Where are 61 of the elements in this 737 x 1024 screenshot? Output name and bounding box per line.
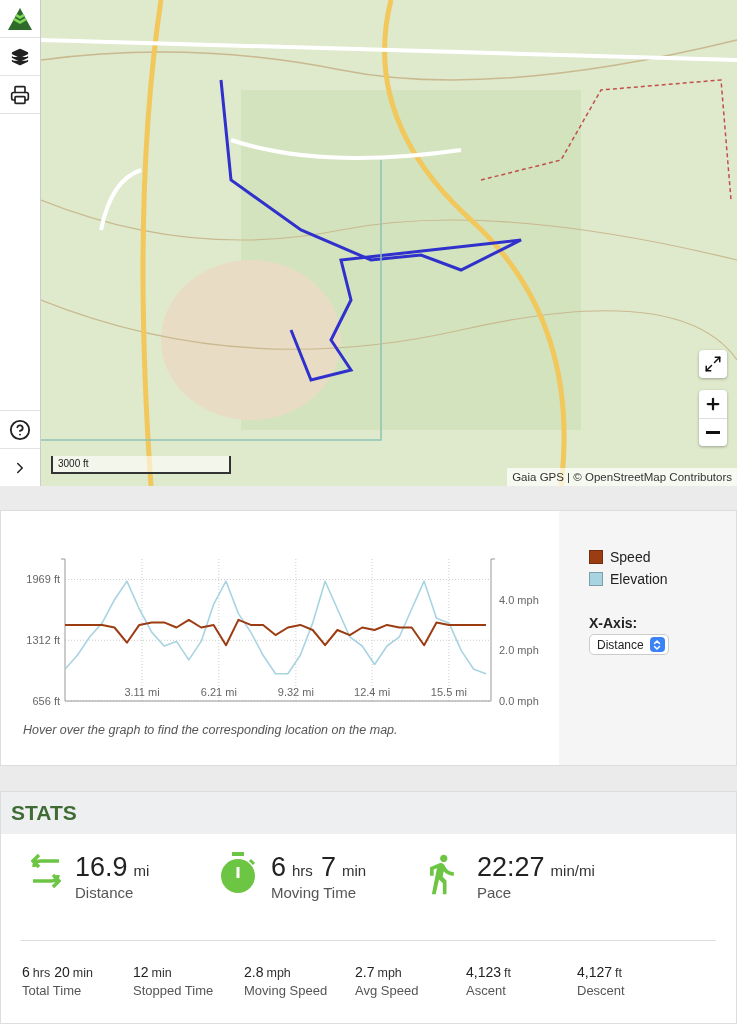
plus-icon xyxy=(704,395,722,413)
legend-label: Speed xyxy=(610,549,651,565)
minus-icon xyxy=(706,431,720,434)
arrows-icon xyxy=(31,852,61,890)
stat-value: 16.9 xyxy=(75,852,128,882)
stat-label: Distance xyxy=(75,884,135,901)
layers-icon xyxy=(11,47,29,66)
stat-label: Total Time xyxy=(22,983,83,998)
x-axis-select[interactable]: Distance xyxy=(589,634,669,655)
stat-unit: ft xyxy=(615,966,622,980)
stat-unit: min xyxy=(72,966,93,980)
stat-unit: min xyxy=(341,862,367,879)
help-icon xyxy=(9,418,31,441)
stats-title: STATS xyxy=(11,801,77,825)
x-axis-label: X-Axis: xyxy=(589,615,639,631)
stat-unit: hrs xyxy=(292,862,313,879)
axis-label: 12.4 mi xyxy=(354,686,391,698)
axis-label: 6.21 mi xyxy=(200,686,237,698)
stat-value: 12 xyxy=(133,964,149,980)
stat-value: 22:27 xyxy=(477,852,545,882)
fullscreen-button[interactable] xyxy=(699,350,727,378)
axis-label: 2.0 mph xyxy=(499,644,539,657)
logo-icon xyxy=(8,7,32,30)
stat-label: Moving Time xyxy=(271,884,358,901)
map-attribution: Gaia GPS | © OpenStreetMap Contributors xyxy=(507,468,737,486)
stat-unit: min xyxy=(151,966,172,980)
stat-label: Moving Speed xyxy=(244,983,329,998)
axis-label: 1969 ft xyxy=(26,573,60,586)
stat-value: 6 xyxy=(22,964,30,980)
stat-value: 7 xyxy=(320,852,336,882)
legend-label: Elevation xyxy=(610,571,668,587)
stat-value: 2.8 xyxy=(244,964,264,980)
chart-caption: Hover over the graph to find the corresponding location on the map. xyxy=(23,723,399,737)
axis-label: 0.0 mph xyxy=(499,695,539,707)
stat-label: Pace xyxy=(477,884,513,901)
stat-value: 4,123 xyxy=(466,964,502,980)
stat-label: Stopped Time xyxy=(133,983,215,998)
axis-label: 15.5 mi xyxy=(430,686,467,698)
stat-unit: ft xyxy=(504,966,511,980)
printer-icon xyxy=(10,84,30,105)
stat-value: 6 xyxy=(271,852,287,882)
stat-unit: mi xyxy=(133,862,150,879)
axis-label: 9.32 mi xyxy=(277,686,314,698)
stat-label: Descent xyxy=(577,983,626,998)
stat-unit: mph xyxy=(266,966,291,980)
scale-bar: 3000 ft xyxy=(51,456,231,474)
fullscreen-icon xyxy=(704,355,722,373)
stat-value: 20 xyxy=(54,964,70,980)
stat-value: 4,127 xyxy=(577,964,613,980)
axis-label: 656 ft xyxy=(32,695,60,707)
stat-label: Ascent xyxy=(466,983,507,998)
axis-label: 4.0 mph xyxy=(499,593,539,606)
stat-unit: hrs xyxy=(32,966,51,980)
stat-value: 2.7 xyxy=(355,964,375,980)
select-arrows-icon xyxy=(649,637,665,652)
stat-unit: min/mi xyxy=(550,862,595,879)
axis-label: 1312 ft xyxy=(26,634,60,647)
stat-unit: mph xyxy=(377,966,402,980)
stopwatch-icon xyxy=(219,852,257,894)
axis-label: 3.11 mi xyxy=(124,686,160,698)
stat-label: Avg Speed xyxy=(355,983,420,998)
